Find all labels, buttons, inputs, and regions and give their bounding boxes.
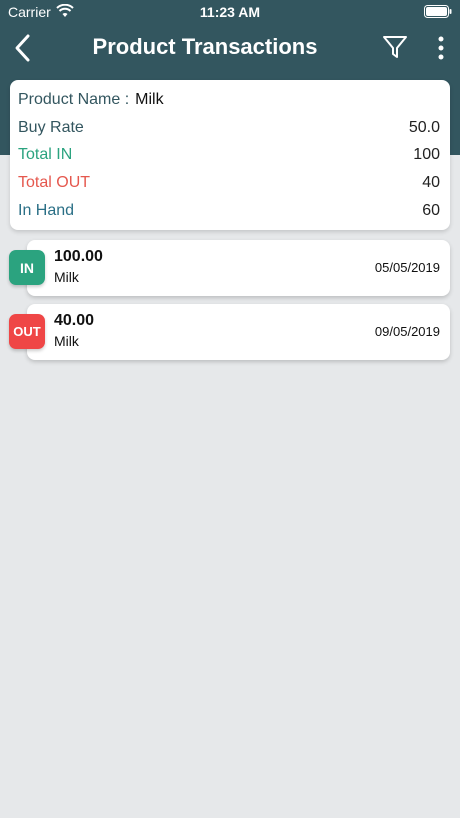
transaction-date: 09/05/2019 — [374, 324, 440, 339]
total-in-value: 100 — [413, 146, 440, 163]
transaction-product: Milk — [54, 333, 79, 349]
total-in-row: Total IN 100 — [18, 146, 440, 168]
total-out-row: Total OUT 40 — [18, 174, 440, 196]
navigation-bar: Product Transactions — [0, 24, 460, 72]
product-name-label: Product Name : — [18, 91, 130, 108]
page-title: Product Transactions — [92, 34, 318, 59]
battery-icon — [424, 5, 452, 18]
buy-rate-label: Buy Rate — [18, 119, 84, 136]
transaction-product: Milk — [54, 269, 79, 285]
transaction-amount: 100.00 — [54, 248, 103, 265]
total-in-label: Total IN — [18, 146, 73, 163]
in-hand-value: 60 — [422, 202, 440, 219]
buy-rate-row: Buy Rate 50.0 — [18, 119, 440, 141]
filter-icon[interactable] — [382, 34, 408, 60]
product-name-row: Product Name : Milk — [18, 91, 440, 113]
transaction-card-in[interactable]: 100.00 Milk 05/05/2019 — [27, 240, 450, 296]
total-out-label: Total OUT — [18, 174, 91, 191]
out-badge: OUT — [9, 314, 45, 349]
in-hand-row: In Hand 60 — [18, 202, 440, 224]
product-summary-card: Product Name : Milk Buy Rate 50.0 Total I… — [10, 80, 450, 230]
product-name-value: Milk — [135, 91, 164, 108]
total-out-value: 40 — [422, 174, 440, 191]
in-hand-label: In Hand — [18, 202, 75, 219]
in-badge: IN — [9, 250, 45, 285]
status-bar: Carrier 11:23 AM — [0, 0, 460, 24]
buy-rate-value: 50.0 — [408, 119, 440, 136]
status-time: 11:23 AM — [199, 4, 261, 20]
transaction-card-out[interactable]: 40.00 Milk 09/05/2019 — [27, 304, 450, 360]
more-vertical-icon[interactable] — [430, 34, 452, 62]
transaction-date: 05/05/2019 — [374, 260, 440, 275]
transaction-amount: 40.00 — [54, 312, 95, 329]
